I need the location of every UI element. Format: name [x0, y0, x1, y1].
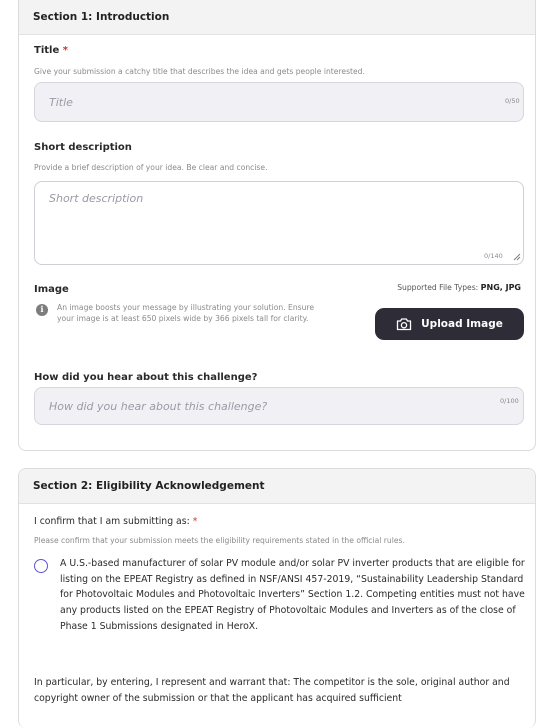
short-description-input[interactable] — [34, 181, 524, 265]
eligibility-option-text[interactable]: A U.S.-based manufacturer of solar PV mo… — [60, 556, 528, 635]
supported-types-prefix: Supported File Types: — [397, 283, 479, 292]
upload-image-button[interactable]: Upload Image — [375, 308, 524, 340]
confirm-label-text: I confirm that I am submitting as: — [34, 516, 190, 527]
supported-file-types: Supported File Types: PNG, JPG — [397, 283, 521, 292]
section-1-card: Section 1: Introduction Title * Give you… — [18, 0, 536, 451]
image-label: Image — [34, 284, 69, 295]
confirm-hint: Please confirm that your submission meet… — [34, 536, 405, 545]
section-2-header: Section 2: Eligibility Acknowledgement — [19, 469, 535, 504]
resize-handle-icon[interactable] — [513, 253, 521, 261]
required-mark: * — [62, 45, 68, 56]
camera-icon — [397, 318, 412, 331]
section-2-card: Section 2: Eligibility Acknowledgement I… — [18, 468, 536, 728]
title-input[interactable] — [34, 82, 524, 122]
required-mark: * — [192, 516, 198, 527]
hear-about-label: How did you hear about this challenge? — [34, 372, 258, 383]
title-label: Title * — [34, 45, 68, 56]
short-description-hint: Provide a brief description of your idea… — [34, 163, 268, 172]
warrant-paragraph: In particular, by entering, I represent … — [34, 677, 510, 705]
upload-image-label: Upload Image — [421, 318, 503, 330]
title-label-text: Title — [34, 45, 60, 56]
section-1-header: Section 1: Introduction — [19, 0, 535, 35]
confirm-label: I confirm that I am submitting as: * — [34, 516, 197, 527]
supported-types-list: PNG, JPG — [480, 283, 521, 292]
title-counter: 0/50 — [505, 97, 520, 105]
info-icon: i — [36, 304, 48, 316]
title-hint: Give your submission a catchy title that… — [34, 67, 365, 76]
hear-about-counter: 0/100 — [500, 397, 519, 405]
short-description-label: Short description — [34, 142, 132, 153]
eligibility-radio[interactable] — [34, 559, 48, 573]
hear-about-input[interactable] — [34, 387, 524, 425]
image-info-text: An image boosts your message by illustra… — [57, 303, 315, 323]
short-description-counter: 0/140 — [484, 252, 503, 260]
